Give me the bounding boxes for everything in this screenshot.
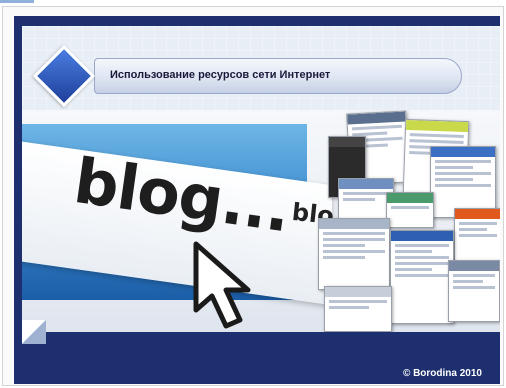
blog-photo: blog... blo — [22, 110, 500, 332]
website-screenshots-collage — [308, 110, 500, 332]
top-link-strip[interactable] — [0, 0, 34, 3]
website-thumbnail — [448, 260, 500, 322]
mouse-pointer-icon — [193, 241, 251, 329]
slide-title: Использование ресурсов сети Интернет — [110, 69, 331, 81]
website-thumbnail — [324, 286, 392, 332]
page-fold-corner — [22, 320, 46, 344]
website-thumbnail — [390, 230, 454, 324]
website-thumbnail — [454, 208, 500, 262]
website-thumbnail — [386, 192, 434, 228]
website-thumbnail — [318, 218, 390, 290]
copyright-text: © Borodina 2010 — [402, 368, 482, 379]
presentation-slide[interactable]: Использование ресурсов сети Интернет blo… — [14, 16, 500, 384]
